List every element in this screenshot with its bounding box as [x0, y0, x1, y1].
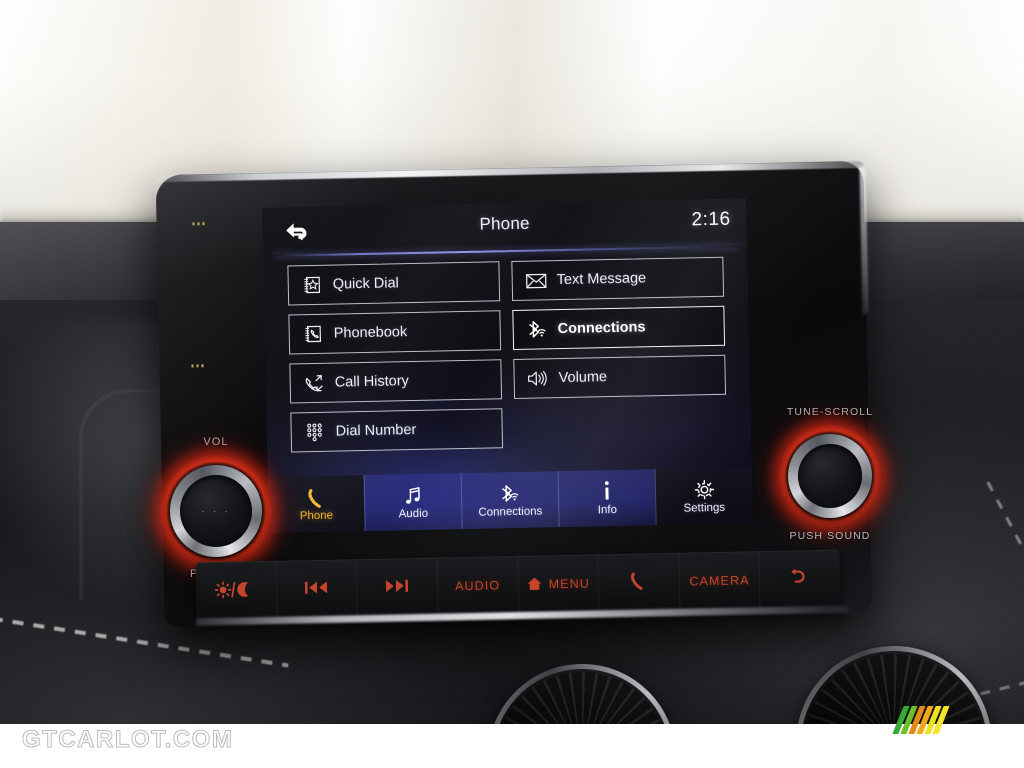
tile-label: Dial Number	[335, 421, 417, 440]
tile-quick-dial[interactable]: Quick Dial	[287, 261, 501, 306]
tile-row: Call History Volume	[289, 354, 727, 404]
knob-reflection-dots: · · ·	[201, 506, 231, 516]
gear-icon	[693, 478, 714, 500]
music-note-icon	[403, 484, 423, 506]
phone-menu-grid: Quick Dial Text Message Phonebook Connec…	[287, 256, 727, 462]
prev-track-icon	[304, 580, 328, 598]
phone-handset-icon	[630, 571, 647, 593]
tile-row: Phonebook Connections	[288, 305, 726, 355]
knob-top-label: VOL	[203, 436, 229, 448]
tile-connections[interactable]: Connections	[512, 305, 726, 351]
tile-label: Text Message	[556, 270, 647, 289]
button-phone[interactable]	[597, 552, 680, 613]
screen-header: Phone 2:16	[262, 198, 747, 254]
tile-dial-number[interactable]: Dial Number	[290, 408, 504, 453]
bluetooth-wifi-icon	[525, 318, 547, 340]
button-menu[interactable]: MENU	[516, 554, 599, 615]
nav-label: Audio	[398, 507, 429, 521]
button-prev-track[interactable]	[275, 559, 357, 619]
tile-label: Phonebook	[333, 324, 408, 342]
button-back[interactable]	[758, 549, 841, 610]
bottom-navigation-bar: Phone Audio Connections Info Settings	[267, 467, 753, 533]
tune-scroll-knob-assembly[interactable]: TUNE-SCROLL PUSH SOUND	[756, 406, 904, 558]
nav-item-audio[interactable]: Audio	[363, 473, 462, 532]
bezel-highlight-speck	[191, 364, 205, 368]
button-brightness-day-night[interactable]	[195, 561, 276, 621]
button-label: MENU	[548, 576, 591, 592]
tile-label: Call History	[334, 373, 410, 391]
envelope-icon	[525, 269, 547, 291]
dial-keypad-icon	[304, 421, 326, 443]
next-track-icon	[385, 578, 409, 596]
button-camera[interactable]: CAMERA	[678, 551, 760, 611]
nav-label: Settings	[683, 501, 726, 515]
infotainment-screen[interactable]: Phone 2:16 Quick Dial Text Message Phone…	[262, 198, 753, 533]
call-history-icon	[303, 372, 325, 394]
button-label: AUDIO	[455, 578, 501, 594]
bluetooth-wifi-icon	[499, 482, 521, 504]
tile-grid-spacer	[514, 404, 727, 448]
nav-item-info[interactable]: Info	[557, 469, 656, 528]
nav-label: Info	[597, 503, 618, 517]
nav-item-settings[interactable]: Settings	[654, 467, 753, 526]
tile-label: Quick Dial	[332, 275, 399, 293]
watermark-text: GTCARLOT.COM	[21, 726, 234, 754]
button-next-track[interactable]	[355, 557, 438, 618]
site-logo	[892, 706, 985, 734]
brightness-day-night-icon	[214, 580, 257, 602]
home-icon	[527, 576, 542, 593]
button-audio[interactable]: AUDIO	[436, 556, 519, 616]
clock: 2:16	[691, 208, 731, 231]
speaker-volume-icon	[526, 367, 548, 389]
tile-label: Connections	[557, 319, 646, 338]
back-arrow-icon	[789, 568, 811, 590]
info-i-icon	[601, 480, 613, 502]
tile-call-history[interactable]: Call History	[289, 359, 503, 404]
tile-label: Volume	[558, 369, 608, 387]
knob-bottom-label: PUSH SOUND	[789, 530, 871, 542]
nav-item-connections[interactable]: Connections	[460, 471, 559, 530]
bezel-highlight-speck	[192, 222, 206, 226]
dashboard-photo: Phone 2:16 Quick Dial Text Message Phone…	[0, 0, 1024, 768]
tile-row: Quick Dial Text Message	[287, 256, 725, 306]
nav-label: Connections	[478, 505, 543, 519]
tile-row: Dial Number	[290, 404, 727, 453]
button-label: CAMERA	[689, 573, 750, 589]
nav-label: Phone	[299, 509, 334, 523]
tile-phonebook[interactable]: Phonebook	[288, 310, 502, 355]
phone-handset-icon	[306, 486, 325, 508]
phonebook-icon	[302, 323, 324, 345]
tile-text-message[interactable]: Text Message	[511, 256, 725, 302]
tile-volume[interactable]: Volume	[513, 354, 727, 399]
knob-face[interactable]	[798, 444, 862, 508]
quick-dial-star-book-icon	[301, 274, 323, 296]
page-title: Phone	[479, 213, 530, 234]
knob-top-label: TUNE-SCROLL	[786, 406, 874, 418]
